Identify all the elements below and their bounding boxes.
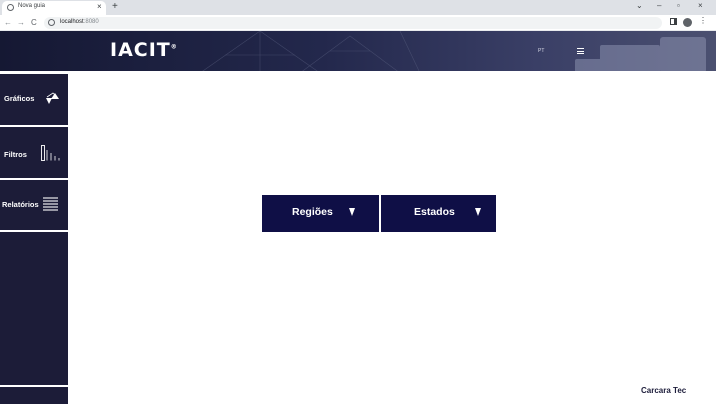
- states-dropdown[interactable]: Estados: [381, 195, 496, 232]
- sidebar: Gráficos Filtros Relatórios: [0, 74, 68, 404]
- browser-tabstrip: Nova guia × + ⌄ – ▫ ×: [0, 0, 716, 15]
- side-panel-icon[interactable]: [670, 18, 677, 25]
- url-text: localhost:8080: [60, 19, 99, 25]
- maximize-button[interactable]: ▫: [677, 1, 680, 11]
- back-button[interactable]: ←: [4, 17, 12, 28]
- iacit-logo[interactable]: IACIT®: [110, 39, 178, 61]
- browser-toolbar: ← → C localhost:8080 ⋮: [0, 15, 716, 31]
- tab-search-icon[interactable]: ⌄: [636, 1, 643, 11]
- filter-bars-icon: [41, 145, 60, 161]
- sidebar-item-label: Filtros: [4, 150, 27, 159]
- sidebar-item-filtros[interactable]: Filtros: [0, 127, 68, 180]
- states-dropdown-label: Estados: [414, 206, 455, 218]
- caret-down-icon: [349, 208, 355, 216]
- regions-dropdown[interactable]: Regiões: [262, 195, 379, 232]
- site-info-icon[interactable]: [48, 19, 55, 26]
- hamburger-menu-icon[interactable]: [577, 48, 584, 54]
- address-bar[interactable]: localhost:8080: [44, 17, 662, 29]
- sidebar-item-label: Gráficos: [4, 94, 35, 103]
- header-background-graphic: [199, 31, 706, 73]
- browser-tab[interactable]: Nova guia ×: [2, 1, 106, 15]
- header-divider: [0, 71, 716, 74]
- tab-title: Nova guia: [18, 3, 46, 9]
- forward-button[interactable]: →: [17, 17, 25, 28]
- charts-icon: [46, 92, 59, 104]
- sidebar-item-label: Relatórios: [2, 200, 39, 209]
- language-selector[interactable]: PT: [538, 48, 544, 54]
- tab-close-icon[interactable]: ×: [97, 2, 102, 12]
- sidebar-item-graficos[interactable]: Gráficos: [0, 74, 68, 127]
- url-port: :8080: [83, 19, 99, 25]
- footer-brand: Carcara Tec: [641, 386, 687, 395]
- profile-avatar-icon[interactable]: [683, 18, 692, 27]
- caret-down-icon: [475, 208, 481, 216]
- sidebar-footer-divider: [0, 385, 68, 387]
- sidebar-item-relatorios[interactable]: Relatórios: [0, 180, 68, 232]
- logo-registered-mark: ®: [170, 43, 178, 51]
- app-header: IACIT® PT: [0, 31, 716, 73]
- reload-button[interactable]: C: [31, 17, 37, 28]
- regions-dropdown-label: Regiões: [292, 206, 333, 218]
- minimize-button[interactable]: –: [657, 1, 661, 11]
- new-tab-button[interactable]: +: [112, 1, 118, 13]
- url-host: localhost: [60, 19, 84, 25]
- report-lines-icon: [43, 197, 58, 211]
- logo-text: IACIT: [110, 39, 171, 61]
- browser-menu-icon[interactable]: ⋮: [699, 16, 707, 26]
- close-window-button[interactable]: ×: [698, 1, 703, 11]
- new-tab-favicon-icon: [7, 4, 14, 11]
